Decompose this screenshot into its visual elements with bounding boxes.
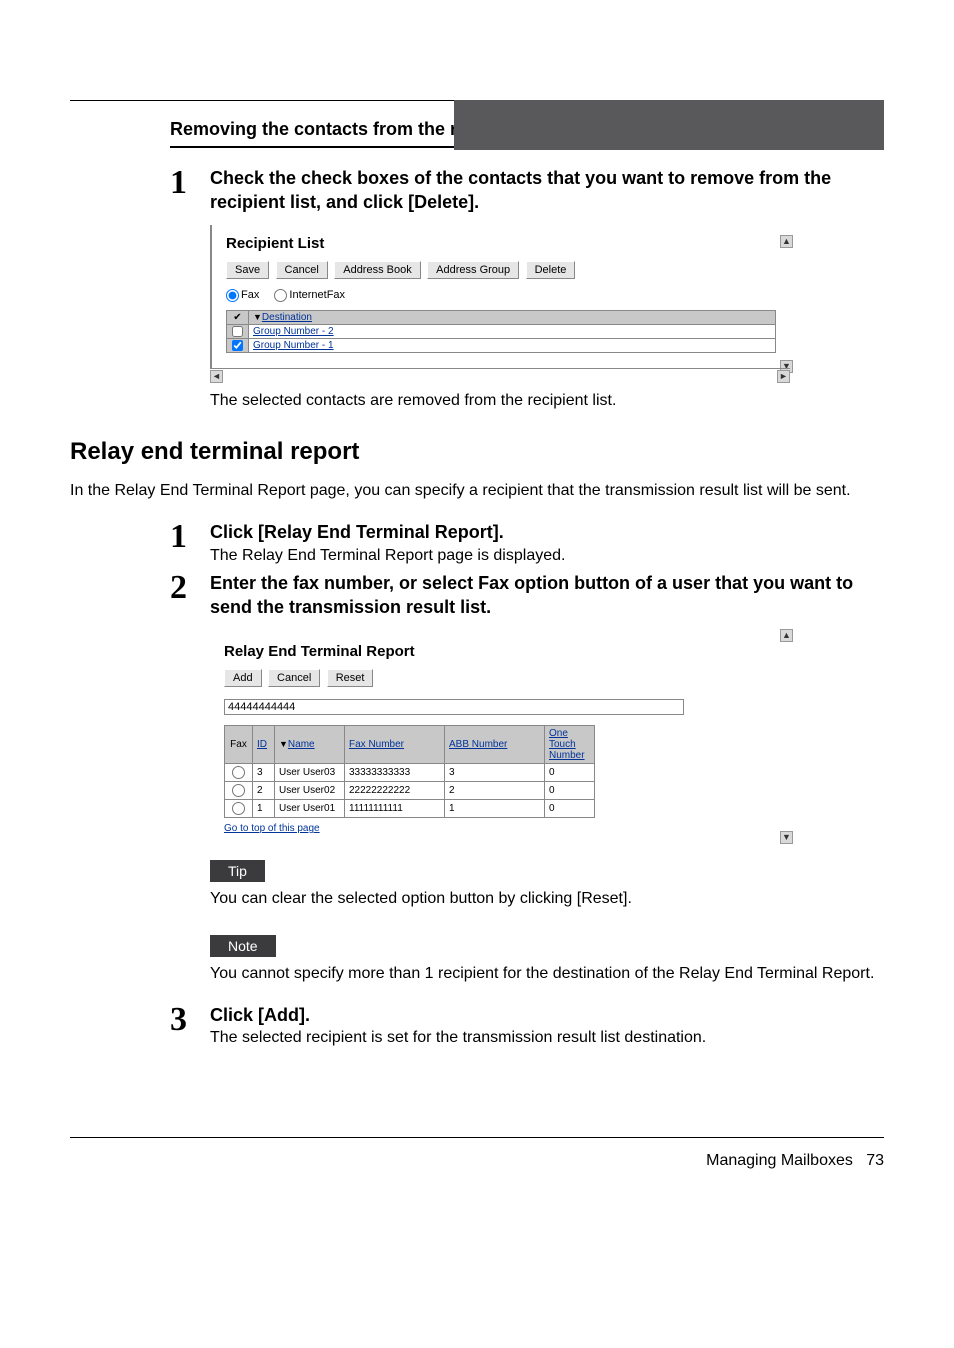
col-fax: Fax <box>225 726 253 764</box>
step-number: 2 <box>170 571 210 620</box>
step-1-relay: 1 Click [Relay End Terminal Report]. The… <box>170 520 884 564</box>
tip-text: You can clear the selected option button… <box>210 888 884 910</box>
reset-button[interactable]: Reset <box>327 669 374 687</box>
cell-id: 2 <box>253 782 275 800</box>
screenshot-relay-report: ▲ Relay End Terminal Report Add Cancel R… <box>210 629 884 844</box>
recipient-list-toolbar: Save Cancel Address Book Address Group D… <box>226 260 776 279</box>
go-to-top-link[interactable]: Go to top of this page <box>224 823 320 834</box>
cell-id: 3 <box>253 764 275 782</box>
fax-number-input[interactable] <box>224 699 684 715</box>
step-description: The Relay End Terminal Report page is di… <box>210 547 884 565</box>
tip-label: Tip <box>210 860 265 882</box>
scrollbar-right-icon[interactable]: ► <box>777 370 790 383</box>
destination-column-header[interactable]: ▼Destination <box>249 310 776 324</box>
col-id[interactable]: ID <box>253 726 275 764</box>
relay-report-toolbar: Add Cancel Reset <box>224 668 776 687</box>
note-text: You cannot specify more than 1 recipient… <box>210 963 884 985</box>
scrollbar-left-icon[interactable]: ◄ <box>210 370 223 383</box>
save-button[interactable]: Save <box>226 261 269 279</box>
step-heading: Enter the fax number, or select Fax opti… <box>210 571 884 620</box>
page-footer: Managing Mailboxes 73 <box>70 1152 884 1170</box>
col-fax-number[interactable]: Fax Number <box>345 726 445 764</box>
col-name[interactable]: ▼Name <box>275 726 345 764</box>
cell-abb: 2 <box>445 782 545 800</box>
step-number: 3 <box>170 1003 210 1047</box>
row-checkbox[interactable] <box>232 340 243 351</box>
row-checkbox[interactable] <box>232 326 243 337</box>
cell-name: User User02 <box>275 782 345 800</box>
sort-arrow-icon: ▼ <box>279 739 288 749</box>
cell-fax: 11111111111 <box>345 800 445 818</box>
table-row: 1 User User01 11111111111 1 0 <box>225 800 595 818</box>
table-row: 3 User User03 33333333333 3 0 <box>225 764 595 782</box>
step-2-relay: 2 Enter the fax number, or select Fax op… <box>170 571 884 620</box>
step-description: The selected recipient is set for the tr… <box>210 1029 884 1047</box>
select-all-checkbox-header[interactable]: ✔ <box>227 310 249 324</box>
row-radio[interactable] <box>232 766 245 779</box>
footer-section: Managing Mailboxes <box>706 1152 853 1169</box>
cancel-button[interactable]: Cancel <box>276 261 328 279</box>
scrollbar-up-icon[interactable]: ▲ <box>780 629 793 642</box>
cell-one: 0 <box>545 782 595 800</box>
step-heading: Click [Relay End Terminal Report]. <box>210 520 884 544</box>
col-one-touch[interactable]: One Touch Number <box>545 726 595 764</box>
step-1-remove: 1 Check the check boxes of the contacts … <box>170 166 884 215</box>
page-header-bar <box>454 100 884 150</box>
sort-arrow-icon: ▼ <box>253 312 262 322</box>
cell-name: User User01 <box>275 800 345 818</box>
internetfax-radio[interactable] <box>274 289 287 302</box>
step-3-relay: 3 Click [Add]. The selected recipient is… <box>170 1003 884 1047</box>
table-row: Group Number - 2 <box>227 324 776 338</box>
cell-abb: 3 <box>445 764 545 782</box>
relay-intro: In the Relay End Terminal Report page, y… <box>70 480 884 502</box>
row-radio[interactable] <box>232 802 245 815</box>
section-title-relay: Relay end terminal report <box>70 438 884 466</box>
col-abb-number[interactable]: ABB Number <box>445 726 545 764</box>
step-heading: Check the check boxes of the contacts th… <box>210 166 884 215</box>
footer-page: 73 <box>866 1152 884 1169</box>
cancel-button[interactable]: Cancel <box>268 669 320 687</box>
step-heading: Click [Add]. <box>210 1003 884 1027</box>
recipient-list-type-radios: Fax InternetFax <box>226 289 776 302</box>
step-number: 1 <box>170 520 210 564</box>
cell-fax: 33333333333 <box>345 764 445 782</box>
cell-one: 0 <box>545 800 595 818</box>
rule-footer <box>70 1137 884 1138</box>
step-number: 1 <box>170 166 210 215</box>
destination-link[interactable]: Group Number - 1 <box>253 340 334 351</box>
recipient-list-table: ✔ ▼Destination Group Number - 2 Group Nu… <box>226 310 776 353</box>
screenshot-recipient-list: ▲ Recipient List Save Cancel Address Boo… <box>210 225 884 384</box>
row-radio[interactable] <box>232 784 245 797</box>
table-row: Group Number - 1 <box>227 338 776 352</box>
fax-radio[interactable] <box>226 289 239 302</box>
address-group-button[interactable]: Address Group <box>427 261 519 279</box>
scrollbar-down-icon[interactable]: ▼ <box>780 831 793 844</box>
recipient-list-title: Recipient List <box>226 235 776 252</box>
internetfax-radio-label: InternetFax <box>289 289 345 301</box>
table-row: 2 User User02 22222222222 2 0 <box>225 782 595 800</box>
relay-report-table: Fax ID ▼Name Fax Number ABB Number One T… <box>224 725 595 818</box>
scrollbar-up-icon[interactable]: ▲ <box>780 235 793 248</box>
cell-name: User User03 <box>275 764 345 782</box>
cell-one: 0 <box>545 764 595 782</box>
step-1-after-text: The selected contacts are removed from t… <box>210 392 884 410</box>
delete-button[interactable]: Delete <box>526 261 576 279</box>
add-button[interactable]: Add <box>224 669 262 687</box>
address-book-button[interactable]: Address Book <box>334 261 420 279</box>
cell-fax: 22222222222 <box>345 782 445 800</box>
relay-report-title: Relay End Terminal Report <box>224 643 776 660</box>
fax-radio-label: Fax <box>241 289 259 301</box>
cell-abb: 1 <box>445 800 545 818</box>
note-label: Note <box>210 935 276 957</box>
horizontal-scrollbar[interactable]: ◄ ► <box>210 368 790 384</box>
destination-link[interactable]: Group Number - 2 <box>253 326 334 337</box>
cell-id: 1 <box>253 800 275 818</box>
